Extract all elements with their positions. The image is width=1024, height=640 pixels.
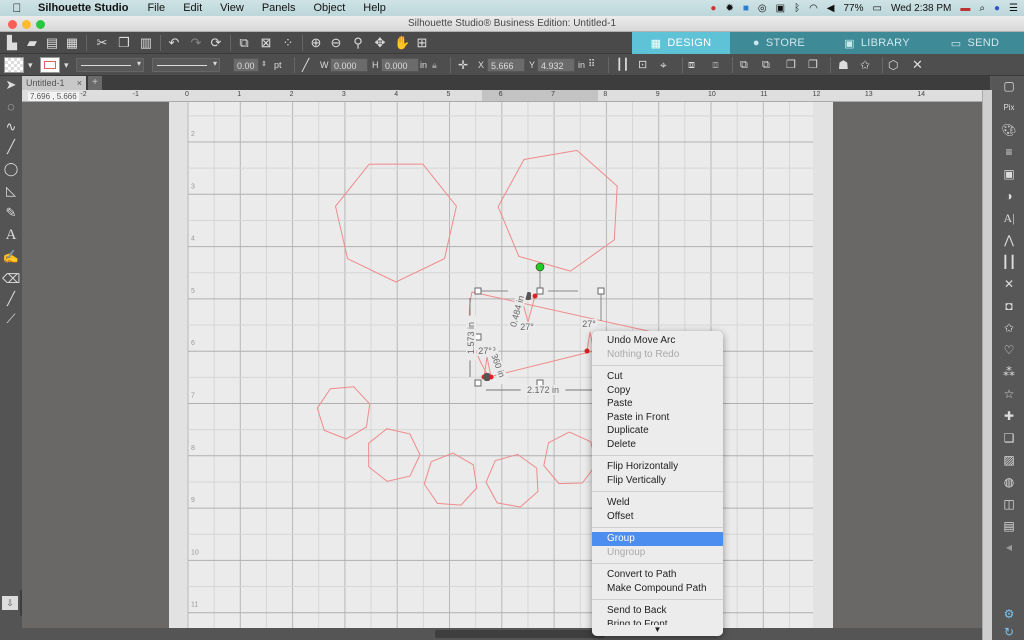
menu-item-nothing-to-redo: Nothing to Redo — [607, 348, 680, 360]
height-measurement: 1.573 in — [466, 315, 476, 361]
menu-item-offset[interactable]: Offset — [592, 510, 723, 524]
angle-label-3-text: 27° — [582, 319, 596, 329]
menu-item-weld[interactable]: Weld — [592, 496, 723, 510]
resize-handle — [597, 287, 605, 295]
menu-separator — [592, 599, 723, 600]
menu-item-copy[interactable]: Copy — [592, 384, 723, 398]
menu-item-flip-vertically[interactable]: Flip Vertically — [592, 474, 723, 488]
resize-handle — [474, 379, 482, 387]
menu-item-ungroup: Ungroup — [607, 546, 646, 558]
menu-item-duplicate[interactable]: Duplicate — [592, 424, 723, 438]
menu-item-undo-move-arc[interactable]: Undo Move Arc — [592, 334, 723, 348]
resize-handle — [474, 287, 482, 295]
design-shapes: 2.172 in1.573 in0.484 in0.360 in27°27°27… — [316, 149, 658, 508]
heptagon-shape — [368, 428, 421, 482]
menu-scroll-down-arrow[interactable]: ▼ — [592, 625, 723, 634]
angle-label-2-text: 27° — [478, 346, 492, 356]
menu-item-paste-in-front[interactable]: Paste in Front — [592, 411, 723, 425]
rotate-handle — [535, 262, 545, 272]
menu-item-group[interactable]: Group — [592, 532, 723, 546]
menu-item-make-compound-path[interactable]: Make Compound Path — [592, 582, 723, 596]
width-measurement-text: 2.172 in — [527, 385, 559, 395]
heptagon-shape — [543, 431, 598, 485]
node-point — [532, 293, 538, 299]
menu-item-convert-to-path[interactable]: Convert to Path — [592, 568, 723, 582]
heptagon-shape — [334, 163, 457, 283]
menu-separator — [592, 527, 723, 528]
node-point — [584, 348, 590, 354]
menu-separator — [592, 455, 723, 456]
height-measurement-text: 1.573 in — [466, 322, 476, 354]
menu-separator — [592, 365, 723, 366]
menu-item-paste[interactable]: Paste — [592, 397, 723, 411]
menu-separator — [592, 563, 723, 564]
angle-label-2: 27° — [476, 346, 494, 356]
heptagon-shape — [497, 149, 618, 272]
heptagon-shape — [423, 452, 478, 506]
menu-item-delete[interactable]: Delete — [592, 438, 723, 452]
resize-handle — [536, 287, 544, 295]
menu-item-send-to-back[interactable]: Send to Back — [592, 604, 723, 618]
context-menu: Undo Move Arc Nothing to Redo Cut Copy Paste… — [592, 331, 723, 636]
width-measurement: 2.172 in — [520, 385, 566, 395]
menu-separator — [592, 491, 723, 492]
heptagon-shape — [485, 453, 539, 508]
heptagon-shape — [316, 386, 371, 440]
menu-item-cut[interactable]: Cut — [592, 370, 723, 384]
angle-label-1: 27° — [518, 322, 536, 332]
angle-label-1-text: 27° — [520, 322, 534, 332]
angle-label-3: 27° — [580, 319, 598, 329]
node-handle — [484, 373, 490, 381]
menu-item-flip-horizontally[interactable]: Flip Horizontally — [592, 460, 723, 474]
